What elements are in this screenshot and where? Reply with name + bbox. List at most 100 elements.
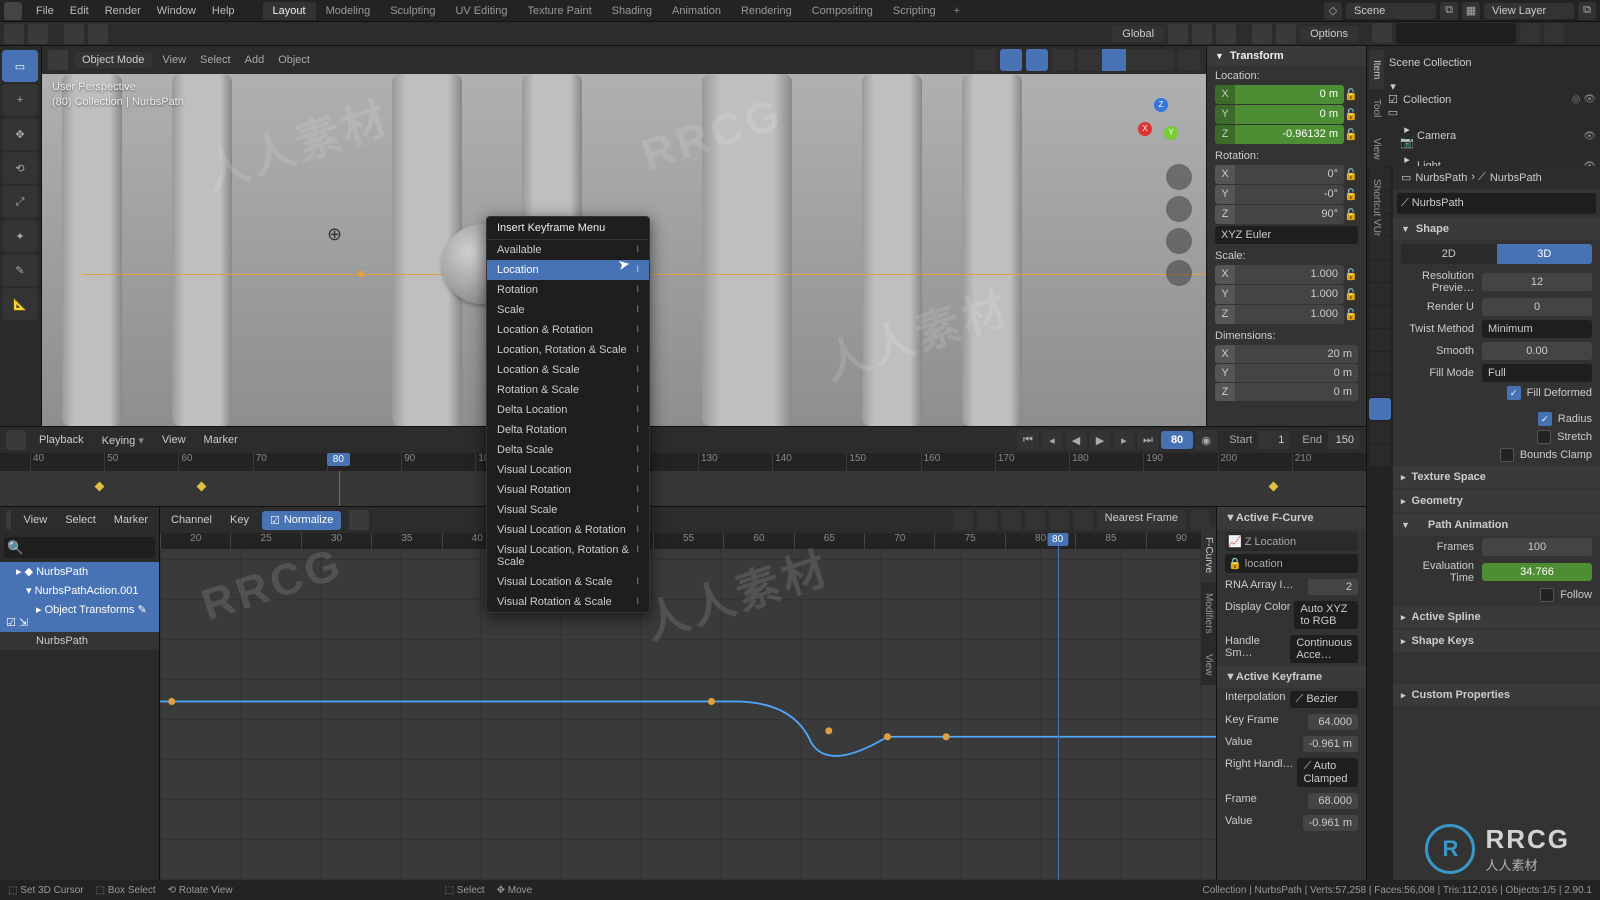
rna-path[interactable]: 🔒 location xyxy=(1225,554,1358,573)
ge-tree-item[interactable]: NurbsPath xyxy=(0,632,159,650)
lock-icon[interactable]: 🔓 xyxy=(1344,265,1358,284)
vp-menu-add[interactable]: Add xyxy=(241,54,269,66)
geometry-header[interactable]: ▸Geometry xyxy=(1393,490,1600,512)
rh-frame[interactable]: 68.000 xyxy=(1308,793,1358,809)
scene-field[interactable]: Scene xyxy=(1346,3,1436,19)
scale-z[interactable]: 1.000 xyxy=(1235,305,1344,324)
zoom-icon[interactable] xyxy=(1166,164,1192,190)
fcurve-header[interactable]: ▼ Active F-Curve xyxy=(1217,507,1366,529)
ctx-item[interactable]: Visual RotationI xyxy=(487,480,649,500)
viewlayer-new-icon[interactable]: ⧉ xyxy=(1578,2,1596,20)
lock-icon[interactable]: 🔓 xyxy=(1344,165,1358,184)
rot-y[interactable]: -0° xyxy=(1235,185,1344,204)
outliner-row[interactable]: ▸ 💡Light👁 xyxy=(1367,151,1600,166)
ge-btn2-icon[interactable] xyxy=(977,510,997,530)
lock-icon[interactable]: 🔓 xyxy=(1344,185,1358,204)
shading-rendered[interactable] xyxy=(1150,49,1174,71)
ctx-item[interactable]: LocationI xyxy=(487,260,649,280)
ctx-item[interactable]: Delta RotationI xyxy=(487,420,649,440)
timeline-track[interactable]: 80 xyxy=(0,471,1366,506)
nav-gizmo[interactable]: ZXY xyxy=(1130,94,1190,154)
follow-chk[interactable] xyxy=(1540,588,1554,602)
outliner-row[interactable]: ▾ ◇Scene Collection xyxy=(1367,48,1600,78)
loc-y[interactable]: 0 m xyxy=(1235,105,1344,124)
tool-rotate[interactable]: ⟲ xyxy=(2,152,38,184)
tool-measure[interactable]: 📐 xyxy=(2,288,38,320)
filter2-icon[interactable] xyxy=(1544,23,1564,43)
frames-val[interactable]: 100 xyxy=(1482,538,1592,556)
autokey-icon[interactable]: ◉ xyxy=(1195,430,1217,450)
snap-icon[interactable] xyxy=(64,24,84,44)
ge-tree-item[interactable]: ▾ NurbsPathAction.001 xyxy=(0,581,159,600)
bounds-chk[interactable] xyxy=(1500,448,1514,462)
aspline-header[interactable]: ▸Active Spline xyxy=(1393,606,1600,628)
tab-anim[interactable]: Animation xyxy=(662,2,731,20)
lock-icon[interactable]: 🔓 xyxy=(1344,125,1358,144)
ctx-item[interactable]: Visual Location, Rotation & ScaleI xyxy=(487,540,649,572)
pan-icon[interactable] xyxy=(1166,196,1192,222)
fill-deformed-chk[interactable] xyxy=(1507,386,1521,400)
pt-modifier-icon[interactable] xyxy=(1369,306,1391,328)
npanel-tab-item[interactable]: Item xyxy=(1369,50,1384,89)
ge-tab-modifiers[interactable]: Modifiers xyxy=(1201,583,1216,644)
tool-transform[interactable]: ✦ xyxy=(2,220,38,252)
loc-x[interactable]: 0 m xyxy=(1235,85,1344,104)
ge-menu-marker[interactable]: Marker xyxy=(109,512,153,528)
lock-icon[interactable]: 🔓 xyxy=(1344,85,1358,104)
ctx-item[interactable]: Rotation & ScaleI xyxy=(487,380,649,400)
xray-icon[interactable] xyxy=(1052,49,1074,71)
overlay-toggle-icon[interactable] xyxy=(1026,49,1048,71)
tool-move[interactable]: ✥ xyxy=(2,118,38,150)
tab-add[interactable]: + xyxy=(946,2,968,20)
stretch-chk[interactable] xyxy=(1537,430,1551,444)
ctx-item[interactable]: Delta LocationI xyxy=(487,400,649,420)
npanel-tab-shortcut[interactable]: Shortcut VUr xyxy=(1369,169,1384,246)
active-kf-header[interactable]: ▼ Active Keyframe xyxy=(1217,666,1366,688)
twist-dd[interactable]: Minimum xyxy=(1482,320,1592,338)
shading-wireframe[interactable] xyxy=(1078,49,1102,71)
keyframe-icon[interactable] xyxy=(1269,482,1279,492)
ctx-item[interactable]: Visual Rotation & ScaleI xyxy=(487,592,649,612)
scene-new-icon[interactable]: ⧉ xyxy=(1440,2,1458,20)
tab-shading[interactable]: Shading xyxy=(602,2,662,20)
rh-value[interactable]: -0.961 m xyxy=(1303,815,1358,831)
tl-editor-type-icon[interactable] xyxy=(6,430,26,450)
menu-help[interactable]: Help xyxy=(204,3,243,19)
keyframe-icon[interactable] xyxy=(94,482,104,492)
tab-render[interactable]: Rendering xyxy=(731,2,802,20)
ge-search-input[interactable] xyxy=(4,537,155,558)
ctx-item[interactable]: ScaleI xyxy=(487,300,649,320)
customprops-header[interactable]: ▸Custom Properties xyxy=(1393,684,1600,706)
pt-constraint-icon[interactable] xyxy=(1369,375,1391,397)
fill-dd[interactable]: Full xyxy=(1482,364,1592,382)
menu-edit[interactable]: Edit xyxy=(62,3,97,19)
outliner-search-input[interactable] xyxy=(1396,23,1516,44)
kf-frame[interactable]: 64.000 xyxy=(1308,714,1358,730)
pt-physics-icon[interactable] xyxy=(1369,352,1391,374)
filter-icon[interactable] xyxy=(1520,23,1540,43)
smooth-val[interactable]: 0.00 xyxy=(1482,342,1592,360)
dim-y[interactable]: 0 m xyxy=(1235,364,1358,382)
ge-filter-icon[interactable] xyxy=(1049,510,1069,530)
play-rev-icon[interactable]: ◀ xyxy=(1065,430,1087,450)
ge-refresh-icon[interactable] xyxy=(349,510,369,530)
3d-button[interactable]: 3D xyxy=(1497,244,1593,264)
editor-type-icon[interactable] xyxy=(48,50,68,70)
loc-z[interactable]: -0.96132 m xyxy=(1235,125,1344,144)
transform-panel-header[interactable]: ▼Transform xyxy=(1207,46,1366,66)
pt-data-icon[interactable] xyxy=(1369,398,1391,420)
tab-uv[interactable]: UV Editing xyxy=(445,2,517,20)
npanel-tab-tool[interactable]: Tool xyxy=(1369,89,1384,127)
ge-tree-item[interactable]: ▸ ◆ NurbsPath xyxy=(0,562,159,581)
dim-x[interactable]: 20 m xyxy=(1235,345,1358,363)
tool-select-box[interactable]: ▭ xyxy=(2,50,38,82)
rotation-mode-dd[interactable]: XYZ Euler xyxy=(1215,226,1358,244)
ctx-item[interactable]: Delta ScaleI xyxy=(487,440,649,460)
2d-button[interactable]: 2D xyxy=(1401,244,1497,264)
ge-btn4-icon[interactable] xyxy=(1025,510,1045,530)
snap2-icon[interactable] xyxy=(88,24,108,44)
tab-comp[interactable]: Compositing xyxy=(802,2,883,20)
ge-btn1-icon[interactable] xyxy=(953,510,973,530)
shape-header[interactable]: ▼Shape xyxy=(1393,218,1600,240)
viewlayer-field[interactable]: View Layer xyxy=(1484,3,1574,19)
